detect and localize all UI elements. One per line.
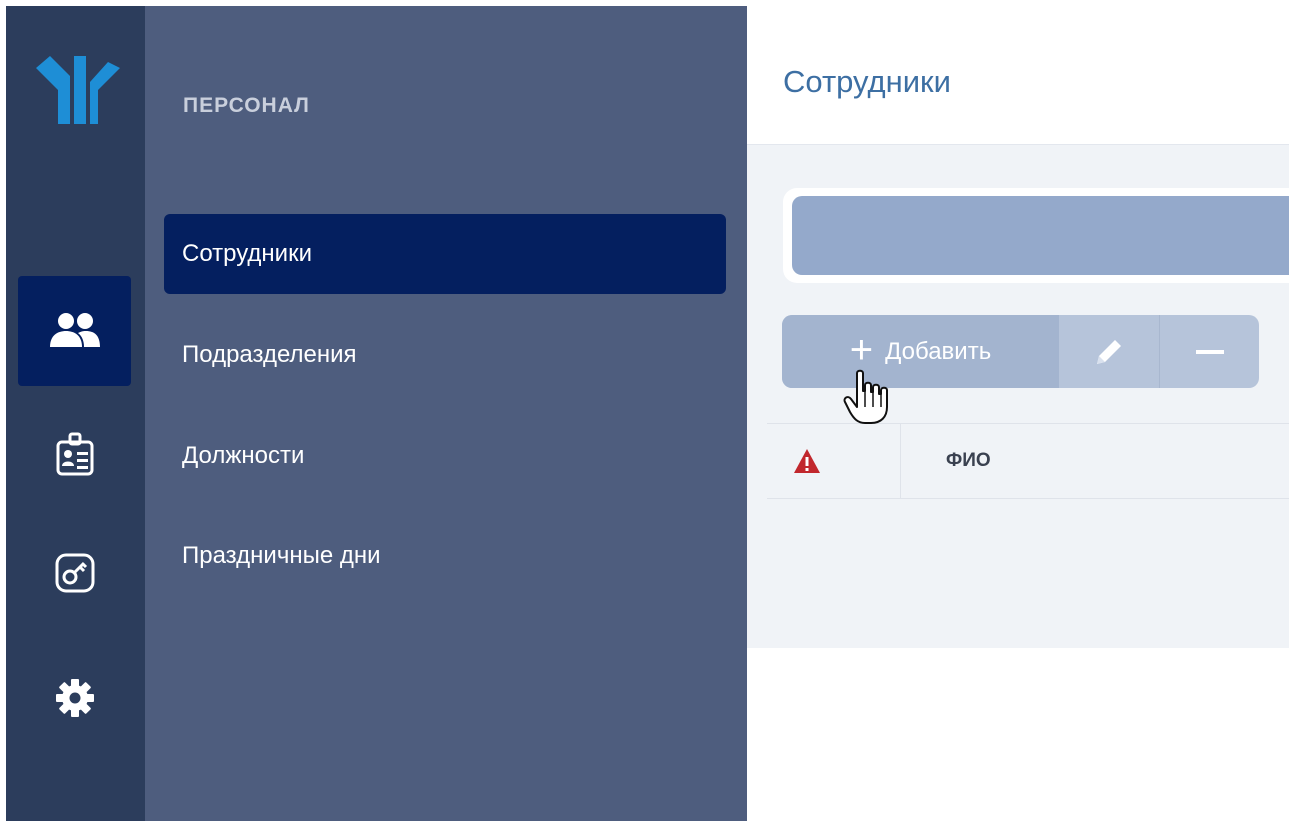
warning-icon bbox=[794, 449, 820, 473]
menu-item-label: Подразделения bbox=[182, 341, 357, 368]
icon-rail bbox=[6, 6, 145, 821]
rail-personnel-button[interactable] bbox=[18, 276, 131, 386]
filter-input[interactable] bbox=[792, 196, 1289, 275]
table-header-fio[interactable]: ФИО bbox=[901, 450, 991, 472]
key-icon bbox=[55, 553, 94, 593]
plus-icon: + bbox=[849, 327, 874, 372]
id-card-icon bbox=[56, 432, 93, 476]
menu-item-label: Сотрудники bbox=[182, 240, 312, 267]
pencil-icon bbox=[1097, 339, 1121, 364]
rail-badge-button[interactable] bbox=[18, 399, 131, 509]
page-title: Сотрудники bbox=[783, 64, 951, 99]
content-area: + Добавить ФИО bbox=[747, 144, 1289, 648]
menu-item-employees[interactable]: Сотрудники bbox=[164, 214, 726, 294]
edit-button[interactable] bbox=[1059, 315, 1160, 388]
menu-item-departments[interactable]: Подразделения bbox=[164, 315, 726, 395]
main-content: Сотрудники + Добавить ФИО bbox=[747, 6, 1289, 821]
menu-item-positions[interactable]: Должности bbox=[164, 416, 726, 496]
menu-item-holidays[interactable]: Праздничные дни bbox=[164, 516, 726, 596]
rail-settings-button[interactable] bbox=[18, 643, 131, 753]
filter-bar bbox=[783, 188, 1289, 283]
menu-item-label: Должности bbox=[182, 442, 305, 469]
menu-item-label: Праздничные дни bbox=[182, 542, 381, 569]
gear-icon bbox=[55, 679, 94, 717]
submenu-title: ПЕРСОНАЛ bbox=[183, 94, 310, 117]
add-button[interactable]: + Добавить bbox=[782, 315, 1059, 388]
minus-icon bbox=[1195, 349, 1224, 354]
app-window: ПЕРСОНАЛ Сотрудники Подразделения Должно… bbox=[0, 0, 1289, 825]
table-header-warning[interactable] bbox=[767, 424, 901, 498]
users-icon bbox=[49, 313, 100, 347]
rail-access-button[interactable] bbox=[18, 518, 131, 628]
remove-button[interactable] bbox=[1160, 315, 1259, 388]
add-button-label: Добавить bbox=[885, 337, 992, 365]
toolbar: + Добавить bbox=[782, 315, 1259, 388]
app-logo bbox=[36, 56, 120, 124]
table-header: ФИО bbox=[767, 423, 1289, 499]
submenu-panel: ПЕРСОНАЛ Сотрудники Подразделения Должно… bbox=[145, 6, 747, 821]
